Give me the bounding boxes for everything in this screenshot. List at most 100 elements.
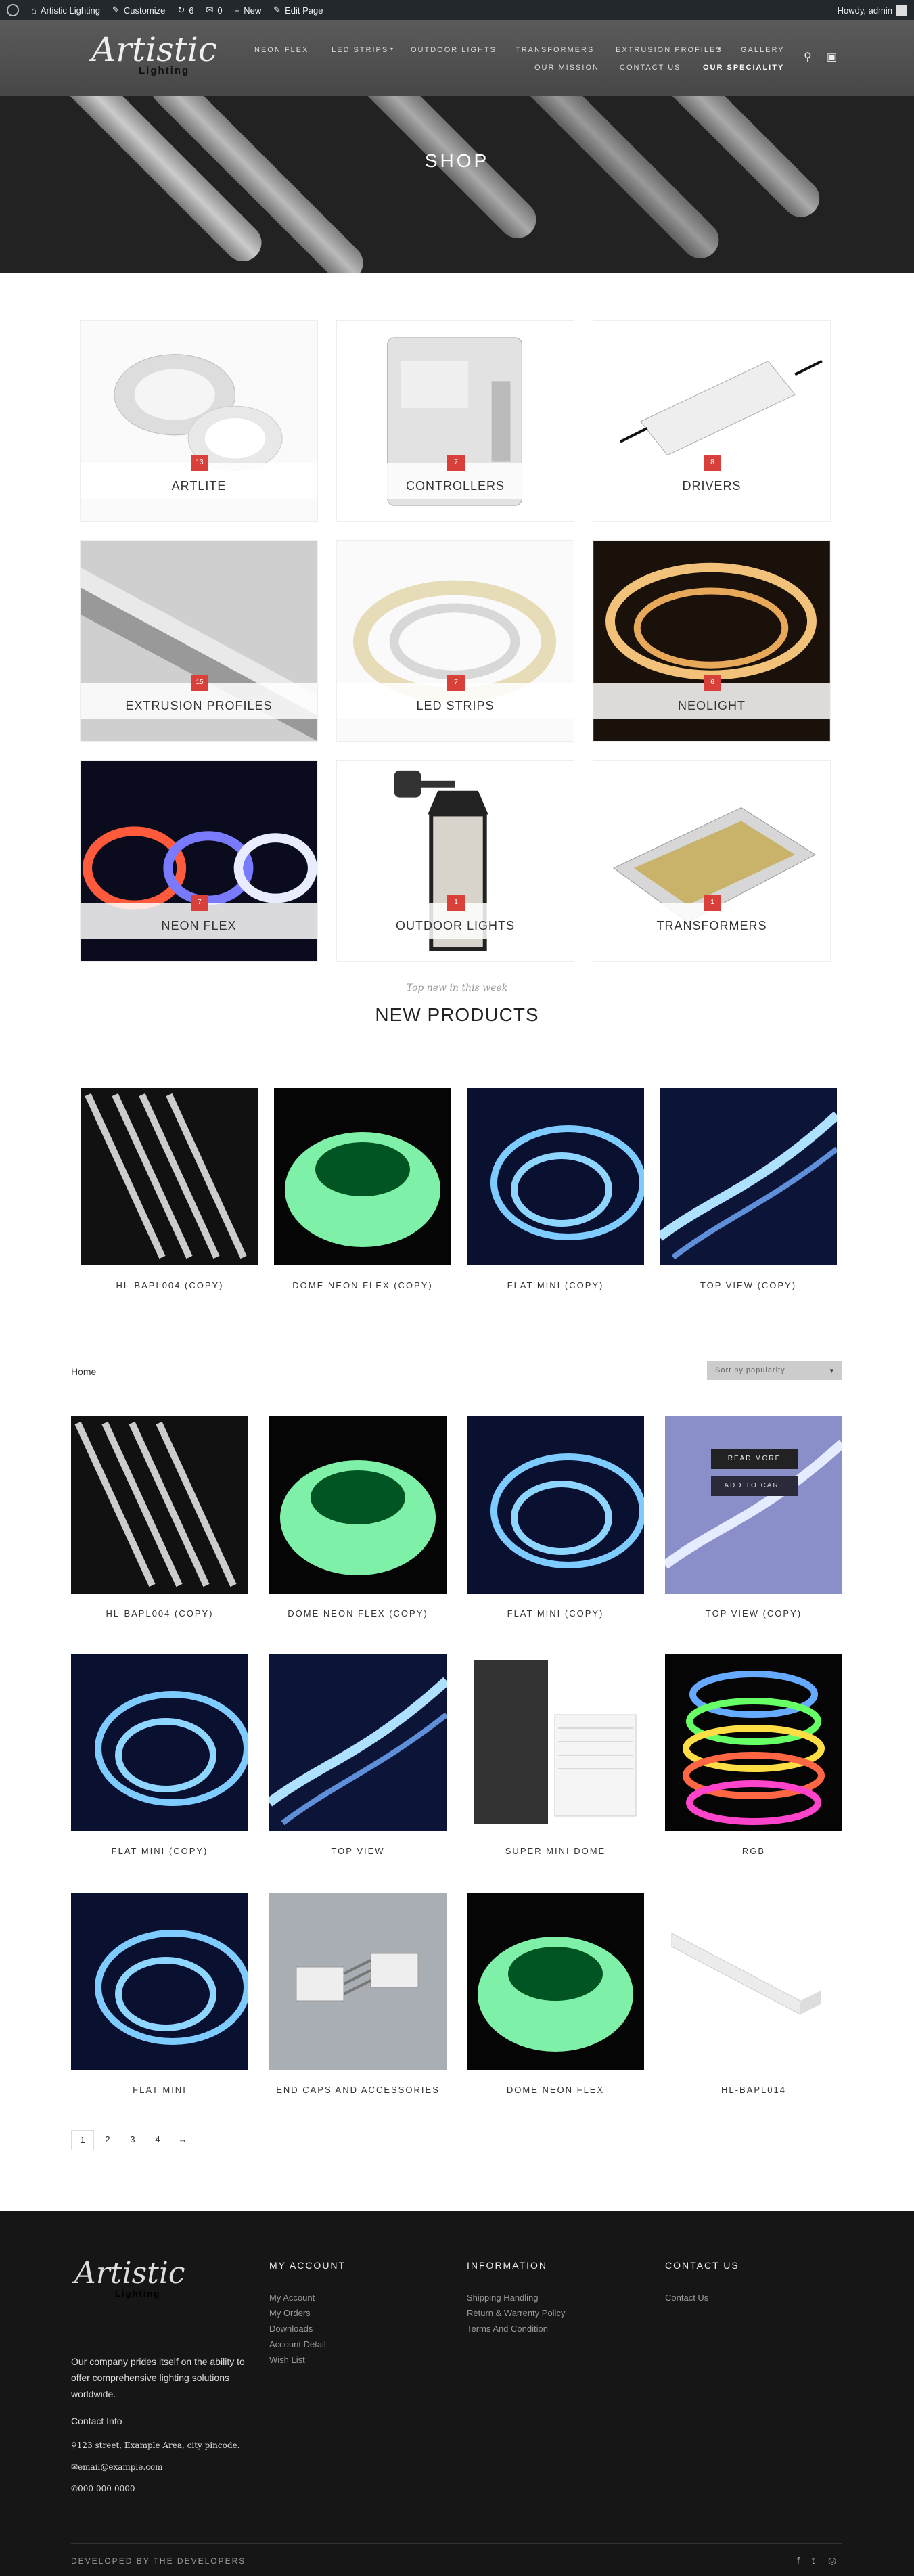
nav-extrusion-profiles[interactable]: EXTRUSION PROFILES xyxy=(616,46,723,54)
category-card-led-strips[interactable]: LED STRIPS 7 xyxy=(336,540,574,742)
footer-link-my-orders[interactable]: My Orders xyxy=(269,2308,311,2318)
admin-new-link[interactable]: + New xyxy=(235,5,262,16)
search-icon[interactable]: ⚲ xyxy=(804,50,812,64)
product-card[interactable]: SUPER MINI DOME xyxy=(467,1654,644,1856)
page-3[interactable]: 3 xyxy=(121,2130,144,2150)
admin-customize-link[interactable]: ✎ Customize xyxy=(112,5,165,16)
email[interactable]: ✉email@example.com xyxy=(71,2459,163,2475)
product-card[interactable]: HL-BAPL014 xyxy=(665,1893,842,2095)
product-card[interactable]: FLAT MINI (COPY) xyxy=(71,1654,248,1856)
product-card[interactable]: FLAT MINI xyxy=(71,1893,248,2095)
product-card[interactable]: RGB xyxy=(665,1654,842,1856)
product-name[interactable]: DOME NEON FLEX (COPY) xyxy=(269,1608,447,1619)
product-card[interactable]: TOP VIEW xyxy=(269,1654,447,1856)
product-name[interactable]: HL-BAPL004 (COPY) xyxy=(81,1280,258,1290)
site-header: Artistic Lighting NEON FLEX LED STRIPS ▾… xyxy=(0,20,914,96)
product-card[interactable]: END CAPS AND ACCESSORIES xyxy=(269,1893,447,2095)
category-card-artlite[interactable]: ARTLITE 13 xyxy=(80,320,318,522)
nav-transformers[interactable]: TRANSFORMERS xyxy=(516,46,594,54)
new-product-card[interactable]: FLAT MINI (COPY) xyxy=(467,1088,644,1290)
footer-link-my-account[interactable]: My Account xyxy=(269,2292,315,2303)
page-4[interactable]: 4 xyxy=(146,2130,169,2150)
nav-our-mission[interactable]: OUR MISSION xyxy=(534,64,599,72)
new-product-card[interactable]: TOP VIEW (COPY) xyxy=(660,1088,837,1290)
admin-site-link[interactable]: ⌂ Artistic Lighting xyxy=(31,5,100,16)
product-name[interactable]: TOP VIEW (COPY) xyxy=(660,1280,837,1290)
footer-logo[interactable]: Artistic Lighting xyxy=(74,2259,185,2299)
product-name[interactable]: DOME NEON FLEX (COPY) xyxy=(274,1280,451,1290)
category-card-drivers[interactable]: DRIVERS 8 xyxy=(593,320,831,522)
nav-neon-flex[interactable]: NEON FLEX xyxy=(254,46,309,54)
footer-link-return-policy[interactable]: Return & Warrenty Policy xyxy=(467,2308,565,2318)
product-name[interactable]: FLAT MINI (COPY) xyxy=(467,1608,644,1619)
product-image xyxy=(71,1654,248,1831)
category-card-neolight[interactable]: NEOLIGHT 6 xyxy=(593,540,831,742)
admin-updates-link[interactable]: ↻ 6 xyxy=(177,5,193,16)
product-card[interactable]: DOME NEON FLEX xyxy=(467,1893,644,2095)
category-card-controllers[interactable]: CONTROLLERS 7 xyxy=(336,320,574,522)
product-name[interactable]: RGB xyxy=(665,1846,842,1856)
nav-outdoor-lights[interactable]: OUTDOOR LIGHTS xyxy=(411,46,497,54)
facebook-icon[interactable]: f xyxy=(797,2555,800,2566)
chevron-down-icon: ▾ xyxy=(829,1367,834,1375)
cart-icon[interactable]: ▣ xyxy=(827,50,837,64)
add-to-cart-button[interactable]: ADD TO CART xyxy=(711,1476,798,1496)
product-image xyxy=(274,1088,451,1265)
page-1[interactable]: 1 xyxy=(71,2130,94,2150)
page-2[interactable]: 2 xyxy=(96,2130,119,2150)
footer-heading-my-account: MY ACCOUNT xyxy=(269,2260,449,2278)
footer-link-terms[interactable]: Terms And Condition xyxy=(467,2324,548,2334)
product-name[interactable]: DOME NEON FLEX xyxy=(467,2085,644,2095)
footer-link-downloads[interactable]: Downloads xyxy=(269,2324,313,2334)
product-image xyxy=(81,1088,258,1265)
nav-gallery[interactable]: GALLERY xyxy=(741,46,785,54)
address: ⚲123 street, Example Area, city pincode. xyxy=(71,2441,240,2450)
product-name[interactable]: HL-BAPL014 xyxy=(665,2085,842,2095)
product-card-hovered[interactable]: READ MORE ADD TO CART TOP VIEW (COPY) xyxy=(665,1416,842,1619)
section-title: NEW PRODUCTS xyxy=(375,1004,539,1025)
category-card-extrusion-profiles[interactable]: EXTRUSION PROFILES 15 xyxy=(80,540,318,742)
category-card-outdoor-lights[interactable]: OUTDOOR LIGHTS 1 xyxy=(336,760,574,962)
nav-led-strips[interactable]: LED STRIPS xyxy=(332,46,388,54)
page-title: SHOP xyxy=(424,150,490,171)
category-card-transformers[interactable]: TRANSFORMERS 1 xyxy=(593,760,831,962)
admin-account-menu[interactable]: Howdy, admin xyxy=(838,5,907,16)
read-more-button[interactable]: READ MORE xyxy=(711,1449,798,1469)
product-name[interactable]: HL-BAPL004 (COPY) xyxy=(71,1608,248,1619)
admin-edit-link[interactable]: ✎ Edit Page xyxy=(273,5,323,16)
phone-icon: ✆ xyxy=(71,2484,78,2493)
product-image xyxy=(71,1893,248,2070)
footer-link-wish-list[interactable]: Wish List xyxy=(269,2355,305,2365)
admin-comments-link[interactable]: ✉ 0 xyxy=(206,5,222,16)
footer-heading-contact: CONTACT US xyxy=(665,2260,844,2278)
product-card[interactable]: DOME NEON FLEX (COPY) xyxy=(269,1416,447,1619)
product-card[interactable]: FLAT MINI (COPY) xyxy=(467,1416,644,1619)
product-name[interactable]: FLAT MINI (COPY) xyxy=(71,1846,248,1856)
product-name[interactable]: FLAT MINI (COPY) xyxy=(467,1280,644,1290)
footer-link-account-detail[interactable]: Account Detail xyxy=(269,2339,326,2349)
product-name[interactable]: SUPER MINI DOME xyxy=(467,1846,644,1856)
product-name[interactable]: END CAPS AND ACCESSORIES xyxy=(269,2085,447,2095)
twitter-icon[interactable]: t xyxy=(812,2555,815,2566)
product-name[interactable]: TOP VIEW xyxy=(269,1846,447,1856)
breadcrumb[interactable]: Home xyxy=(71,1366,96,1377)
instagram-icon[interactable]: ◎ xyxy=(828,2555,836,2567)
product-name[interactable]: TOP VIEW (COPY) xyxy=(665,1608,842,1619)
category-card-neon-flex[interactable]: NEON FLEX 7 xyxy=(80,760,318,962)
product-image xyxy=(665,1416,842,1594)
wordpress-icon[interactable] xyxy=(7,4,19,16)
product-name[interactable]: FLAT MINI xyxy=(71,2085,248,2095)
phone[interactable]: ✆000-000-0000 xyxy=(71,2481,135,2497)
nav-our-speciality[interactable]: OUR SPECIALITY xyxy=(703,64,784,72)
logo-main-text: Artistic xyxy=(91,30,217,69)
new-product-card[interactable]: HL-BAPL004 (COPY) xyxy=(81,1088,258,1290)
product-image xyxy=(665,1654,842,1831)
site-logo[interactable]: Artistic Lighting xyxy=(91,32,220,80)
nav-contact-us[interactable]: CONTACT US xyxy=(620,64,681,72)
footer-link-shipping[interactable]: Shipping Handling xyxy=(467,2292,539,2303)
page-next[interactable]: → xyxy=(171,2130,194,2150)
footer-link-contact-us[interactable]: Contact Us xyxy=(665,2292,708,2303)
product-card[interactable]: HL-BAPL004 (COPY) xyxy=(71,1416,248,1619)
sort-select[interactable]: Sort by popularity ▾ xyxy=(707,1361,842,1380)
new-product-card[interactable]: DOME NEON FLEX (COPY) xyxy=(274,1088,451,1290)
